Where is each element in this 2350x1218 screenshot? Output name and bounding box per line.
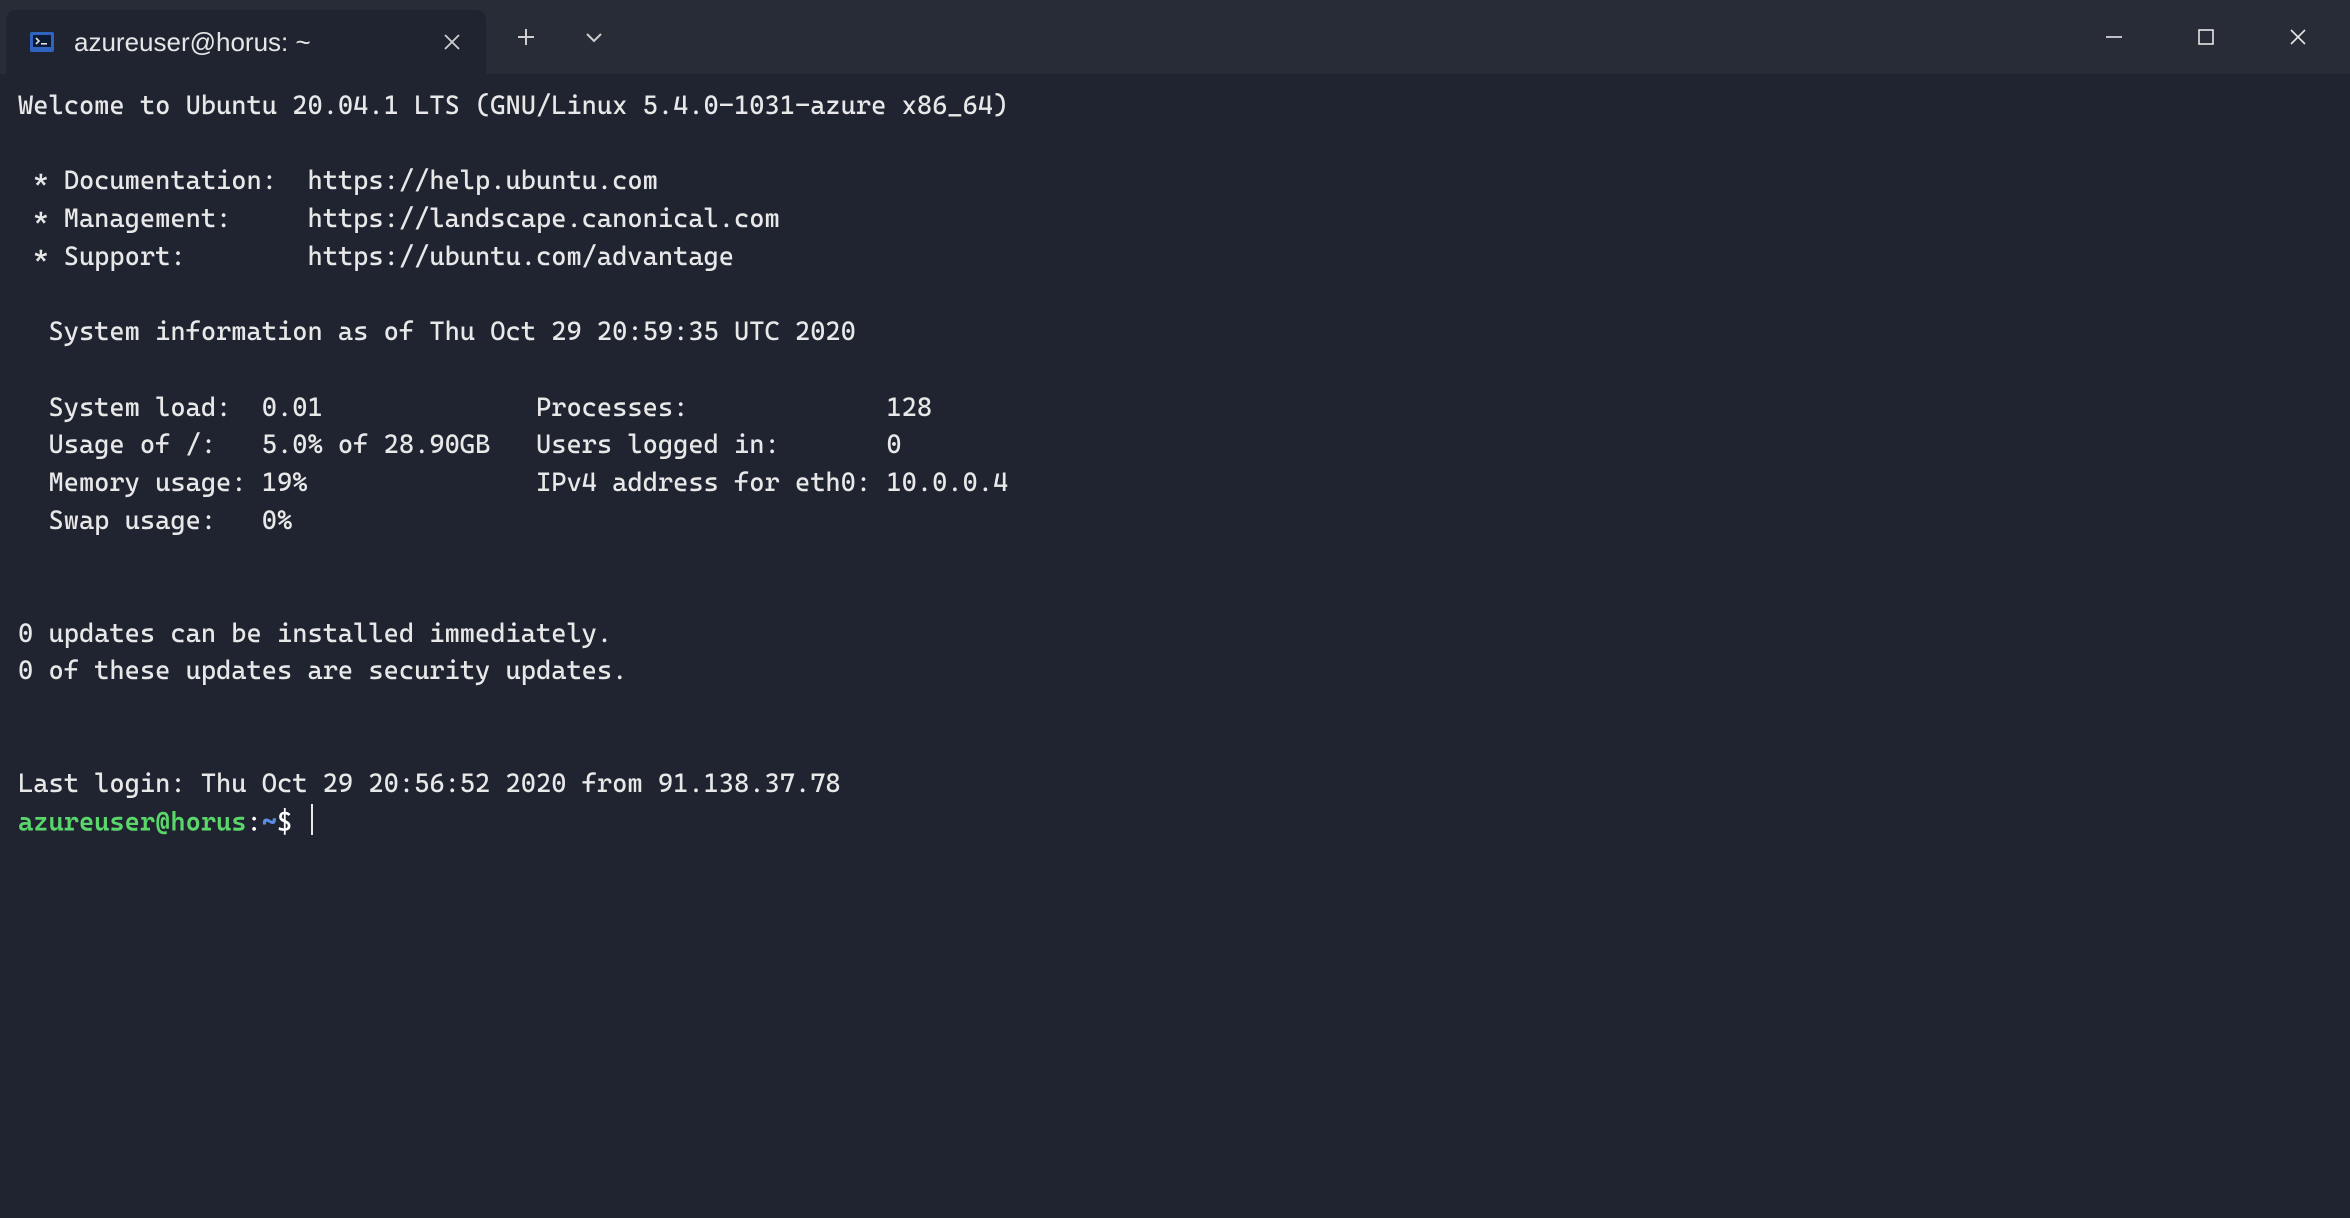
tab-active[interactable]: azureuser@horus: ~ — [6, 10, 486, 74]
close-window-button[interactable] — [2252, 0, 2344, 74]
close-icon — [442, 32, 462, 52]
tab-actions — [486, 0, 634, 74]
new-tab-button[interactable] — [496, 7, 556, 67]
title-bar[interactable]: azureuser@horus: ~ — [0, 0, 2350, 74]
maximize-icon — [2195, 26, 2217, 48]
motd-welcome: Welcome to Ubuntu 20.04.1 LTS (GNU/Linux… — [18, 91, 1008, 121]
minimize-button[interactable] — [2068, 0, 2160, 74]
updates-line-2: 0 of these updates are security updates. — [18, 656, 627, 686]
disk-usage-value: 5.0% of 28.90GB — [262, 430, 491, 460]
disk-usage-label: Usage of /: — [18, 430, 262, 460]
tab-dropdown-button[interactable] — [564, 7, 624, 67]
users-value: 0 — [886, 430, 901, 460]
prompt-symbol: $ — [277, 808, 307, 838]
motd-doc-label: * Documentation: — [18, 166, 307, 196]
sysinfo-header-prefix: System information as of — [18, 317, 429, 347]
memory-usage-value: 19% — [262, 468, 308, 498]
processes-value: 128 — [886, 393, 932, 423]
prompt-user-host: azureuser@horus — [18, 808, 247, 838]
minimize-icon — [2103, 26, 2125, 48]
cursor — [311, 804, 313, 835]
maximize-button[interactable] — [2160, 0, 2252, 74]
tab-strip: azureuser@horus: ~ — [0, 0, 486, 74]
swap-usage-label: Swap usage: — [18, 506, 262, 536]
swap-usage-value: 0% — [262, 506, 292, 536]
window-controls — [2068, 0, 2350, 74]
motd-support-label: * Support: — [18, 242, 307, 272]
chevron-down-icon — [583, 26, 605, 48]
sysinfo-timestamp: Thu Oct 29 20:59:35 UTC 2020 — [429, 317, 856, 347]
updates-line-1: 0 updates can be installed immediately. — [18, 619, 612, 649]
titlebar-drag-region[interactable] — [634, 0, 2068, 74]
processes-label: Processes: — [536, 393, 886, 423]
last-login: Last login: Thu Oct 29 20:56:52 2020 fro… — [18, 769, 841, 799]
motd-mgmt-url: https://landscape.canonical.com — [307, 204, 779, 234]
terminal-window: azureuser@horus: ~ — [0, 0, 2350, 1218]
plus-icon — [515, 26, 537, 48]
ipv4-label: IPv4 address for eth0: — [536, 468, 886, 498]
ssh-shell-icon — [28, 28, 56, 56]
close-icon — [2287, 26, 2309, 48]
prompt-cwd: ~ — [262, 808, 277, 838]
motd-mgmt-label: * Management: — [18, 204, 307, 234]
terminal-body[interactable]: Welcome to Ubuntu 20.04.1 LTS (GNU/Linux… — [0, 74, 2350, 1218]
motd-doc-url: https://help.ubuntu.com — [307, 166, 657, 196]
memory-usage-label: Memory usage: — [18, 468, 262, 498]
system-load-value: 0.01 — [262, 393, 323, 423]
prompt-colon: : — [247, 808, 262, 838]
tab-title: azureuser@horus: ~ — [74, 27, 418, 58]
motd-support-url: https://ubuntu.com/advantage — [307, 242, 734, 272]
tab-close-button[interactable] — [436, 26, 468, 58]
ipv4-value: 10.0.0.4 — [886, 468, 1008, 498]
system-load-label: System load: — [18, 393, 262, 423]
users-label: Users logged in: — [536, 430, 886, 460]
